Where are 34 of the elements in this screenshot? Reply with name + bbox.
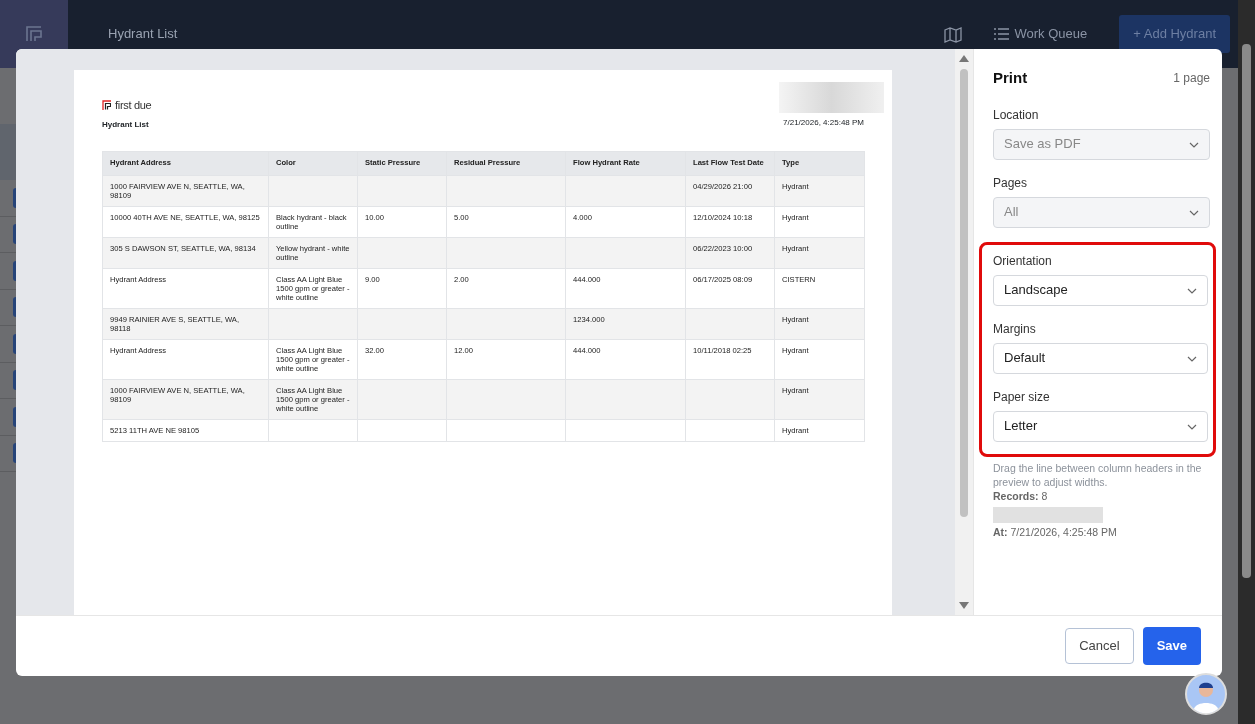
field-label: Orientation [993, 252, 1053, 270]
report-title: Hydrant List [102, 118, 150, 131]
brand-logo-icon [102, 100, 111, 111]
chevron-down-icon [1189, 209, 1199, 216]
page-count: 1 page [1173, 70, 1210, 88]
chevron-down-icon [1187, 287, 1197, 294]
page-title: Hydrant List [108, 25, 178, 44]
chevron-down-icon [1187, 355, 1197, 362]
print-time: At: 7/21/2026, 4:25:48 PM [993, 525, 1118, 541]
scroll-up-icon[interactable] [959, 55, 969, 62]
field-label: Margins [993, 320, 1037, 338]
work-queue-button[interactable]: Work Queue [987, 23, 1094, 45]
app-logo-icon[interactable] [25, 25, 43, 43]
list-icon [993, 28, 1009, 40]
select-field[interactable]: Letter [993, 410, 1208, 442]
hint-text: Drag the line between column headers in the preview to adjust widths. [993, 460, 1203, 489]
select-field[interactable]: Landscape [993, 274, 1208, 306]
panel-title: Print [993, 68, 1028, 88]
chevron-down-icon [1189, 141, 1199, 148]
records-count: Records: 8 [993, 488, 1049, 504]
scrollbar-thumb[interactable] [1242, 44, 1251, 578]
field-label: Paper size [993, 388, 1051, 406]
scrollbar-thumb[interactable] [960, 69, 968, 517]
cancel-button[interactable]: Cancel [1065, 628, 1134, 664]
brand-name: first due [115, 98, 152, 113]
save-button[interactable]: Save [1142, 627, 1201, 665]
field-label: Location [993, 106, 1040, 124]
scroll-down-icon[interactable] [959, 602, 969, 609]
map-icon[interactable] [943, 26, 962, 43]
select-field[interactable]: Default [993, 342, 1208, 374]
print-date: 7/21/2026, 4:25:48 PM [783, 117, 864, 129]
avatar-icon[interactable] [1185, 673, 1227, 715]
field-label: Pages [993, 174, 1029, 192]
chevron-down-icon [1187, 423, 1197, 430]
